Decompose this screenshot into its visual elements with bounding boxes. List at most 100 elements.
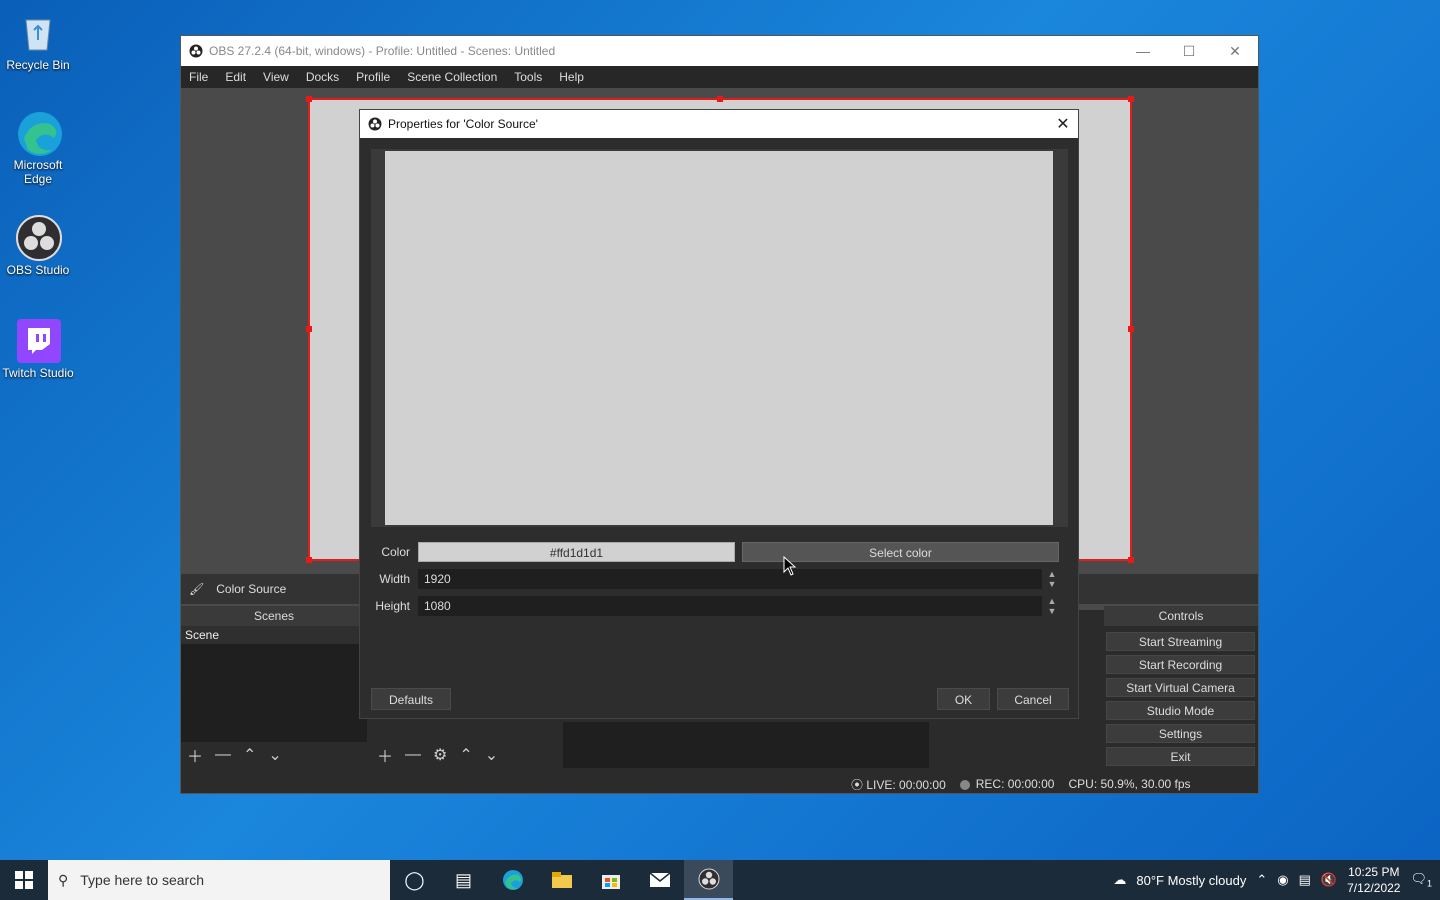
- desktop-icon-twitch[interactable]: Twitch Studio: [0, 318, 76, 380]
- notification-count: 1: [1426, 878, 1432, 889]
- clock-time: 10:25 PM: [1348, 865, 1400, 879]
- height-input[interactable]: 1080: [418, 596, 1042, 616]
- resize-handle[interactable]: [717, 96, 723, 102]
- move-up-icon[interactable]: ⌃: [459, 745, 472, 765]
- store-icon[interactable]: [586, 860, 635, 900]
- gear-icon[interactable]: ⚙: [433, 745, 447, 765]
- width-row: Width 1920 ▲ ▼: [360, 569, 1080, 589]
- file-explorer-icon[interactable]: [537, 860, 586, 900]
- move-up-icon[interactable]: ⌃: [243, 745, 256, 765]
- settings-button[interactable]: Settings: [1106, 724, 1255, 743]
- desktop-icon-obs[interactable]: OBS Studio: [0, 215, 76, 277]
- chevron-down-icon[interactable]: ▼: [1044, 606, 1060, 616]
- menu-docks[interactable]: Docks: [306, 70, 339, 84]
- ok-button[interactable]: OK: [937, 688, 990, 710]
- start-virtual-camera-button[interactable]: Start Virtual Camera: [1106, 678, 1255, 697]
- maximize-icon[interactable]: ☐: [1166, 43, 1212, 60]
- record-dot-icon: [959, 779, 970, 790]
- add-icon[interactable]: ＋: [187, 743, 203, 767]
- mail-icon[interactable]: [635, 860, 684, 900]
- width-stepper[interactable]: ▲ ▼: [1044, 569, 1060, 589]
- move-down-icon[interactable]: ⌄: [268, 745, 281, 765]
- desktop-icon-edge[interactable]: Microsoft Edge: [0, 110, 76, 186]
- desktop-icon-label: Twitch Studio: [2, 366, 74, 380]
- mouse-cursor-icon: [783, 556, 797, 576]
- obs-taskbar-icon[interactable]: [684, 860, 733, 900]
- menu-tools[interactable]: Tools: [514, 70, 542, 84]
- obs-titlebar: OBS 27.2.4 (64-bit, windows) - Profile: …: [181, 36, 1258, 66]
- resize-handle[interactable]: [1128, 96, 1134, 102]
- taskbar-search-box[interactable]: ⚲ Type here to search: [48, 860, 390, 900]
- chevron-down-icon[interactable]: ▼: [1044, 579, 1060, 589]
- desktop-icon-label: OBS Studio: [6, 263, 70, 277]
- broadcast-icon: ⦿: [851, 777, 864, 792]
- network-icon[interactable]: ▤: [1299, 872, 1311, 888]
- clock[interactable]: 10:25 PM 7/12/2022: [1347, 864, 1400, 896]
- rec-status: REC: 00:00:00: [959, 777, 1054, 791]
- controls-panel: Start Streaming Start Recording Start Vi…: [1104, 604, 1258, 774]
- remove-icon[interactable]: —: [405, 746, 421, 764]
- dialog-preview-frame: [371, 149, 1068, 527]
- chevron-up-icon[interactable]: ⌃: [1256, 872, 1267, 888]
- volume-muted-icon[interactable]: 🔇: [1321, 872, 1337, 888]
- obs-menubar: File Edit View Docks Profile Scene Colle…: [181, 66, 1258, 88]
- close-icon[interactable]: ✕: [1048, 114, 1078, 134]
- exit-button[interactable]: Exit: [1106, 747, 1255, 766]
- menu-edit[interactable]: Edit: [225, 70, 246, 84]
- clock-date: 7/12/2022: [1347, 881, 1401, 895]
- desktop-icon-label: Microsoft Edge: [13, 158, 63, 186]
- height-label: Height: [375, 599, 410, 613]
- task-view-icon[interactable]: ▤: [439, 860, 488, 900]
- cortana-icon[interactable]: ◯: [390, 860, 439, 900]
- sources-toolbar: ＋ — ⚙ ⌃ ⌄: [371, 742, 557, 768]
- move-down-icon[interactable]: ⌄: [485, 745, 498, 765]
- weather-text[interactable]: 80°F Mostly cloudy: [1136, 873, 1246, 888]
- resize-handle[interactable]: [1128, 326, 1134, 332]
- resize-handle[interactable]: [306, 326, 312, 332]
- desktop-icon-label: Recycle Bin: [6, 58, 70, 72]
- start-streaming-button[interactable]: Start Streaming: [1106, 632, 1255, 651]
- scene-list[interactable]: Scene: [181, 626, 367, 742]
- obs-tray-icon[interactable]: ◉: [1277, 872, 1288, 888]
- start-button[interactable]: [0, 860, 48, 900]
- chevron-up-icon[interactable]: ▲: [1044, 569, 1060, 579]
- resize-handle[interactable]: [306, 557, 312, 563]
- dialog-title: Properties for 'Color Source': [388, 117, 538, 131]
- weather-icon[interactable]: ☁: [1113, 872, 1126, 888]
- color-row: Color #ffd1d1d1 Select color: [360, 542, 1080, 562]
- taskbar: ⚲ Type here to search ◯ ▤ ☁ 80°F Mostly …: [0, 860, 1440, 900]
- height-stepper[interactable]: ▲ ▼: [1044, 596, 1060, 616]
- add-icon[interactable]: ＋: [377, 743, 393, 767]
- system-tray: ☁ 80°F Mostly cloudy ⌃ ◉ ▤ 🔇 10:25 PM 7/…: [1113, 864, 1440, 896]
- desktop-icon-recycle-bin[interactable]: Recycle Bin: [0, 10, 76, 72]
- resize-handle[interactable]: [306, 96, 312, 102]
- width-input[interactable]: 1920: [418, 569, 1042, 589]
- cancel-button[interactable]: Cancel: [997, 688, 1069, 710]
- live-status: ⦿ LIVE: 00:00:00: [851, 777, 946, 792]
- resize-handle[interactable]: [1128, 557, 1134, 563]
- menu-scene-collection[interactable]: Scene Collection: [407, 70, 497, 84]
- minimize-icon[interactable]: —: [1120, 43, 1166, 60]
- studio-mode-button[interactable]: Studio Mode: [1106, 701, 1255, 720]
- start-recording-button[interactable]: Start Recording: [1106, 655, 1255, 674]
- menu-help[interactable]: Help: [559, 70, 584, 84]
- menu-view[interactable]: View: [263, 70, 289, 84]
- close-icon[interactable]: ✕: [1212, 43, 1258, 60]
- width-label: Width: [379, 572, 410, 586]
- obs-logo-icon: [368, 117, 382, 131]
- chevron-up-icon[interactable]: ▲: [1044, 596, 1060, 606]
- obs-logo-icon: [189, 44, 203, 58]
- remove-icon[interactable]: —: [215, 746, 231, 764]
- obs-studio-icon: [16, 215, 62, 261]
- notification-icon[interactable]: 🗨1: [1410, 871, 1432, 889]
- defaults-button[interactable]: Defaults: [371, 688, 451, 710]
- height-row: Height 1080 ▲ ▼: [360, 596, 1080, 616]
- edge-taskbar-icon[interactable]: [488, 860, 537, 900]
- menu-profile[interactable]: Profile: [356, 70, 390, 84]
- audio-mixer: [563, 722, 929, 768]
- list-item[interactable]: Scene: [181, 626, 367, 644]
- paint-brush-icon: 🖌: [189, 582, 205, 596]
- dialog-titlebar: Properties for 'Color Source' ✕: [360, 110, 1078, 138]
- color-label: Color: [381, 545, 410, 559]
- menu-file[interactable]: File: [189, 70, 208, 84]
